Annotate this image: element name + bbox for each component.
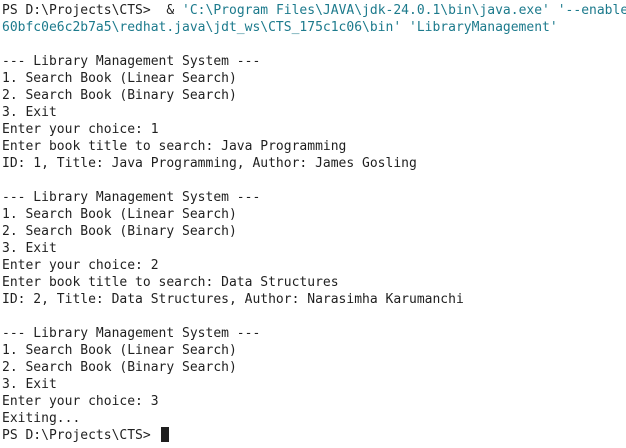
output-line: ID: 1, Title: Java Programming, Author: … [2,156,417,171]
output-line: 2. Search Book (Binary Search) [2,224,237,239]
output-line: Enter your choice: 2 [2,258,159,273]
output-line: 3. Exit [2,377,57,392]
command-line: PS D:\Projects\CTS> & 'C:\Program Files\… [2,2,626,19]
output-line: 2. Search Book (Binary Search) [2,88,237,103]
output-line: Exiting... [2,411,81,426]
terminal-window[interactable]: PS D:\Projects\CTS> & 'C:\Program Files\… [0,0,626,448]
command-args: 'C:\Program Files\JAVA\jdk-24.0.1\bin\ja… [182,3,626,18]
output-line: 1. Search Book (Linear Search) [2,71,237,86]
command-continuation: 60bfc0e6c2b7a5\redhat.java\jdt_ws\CTS_17… [2,20,558,35]
final-prompt: PS D:\Projects\CTS> [2,428,159,443]
output-line: --- Library Management System --- [2,326,261,341]
output-line: 3. Exit [2,105,57,120]
output-line: --- Library Management System --- [2,190,261,205]
output-line: 1. Search Book (Linear Search) [2,343,237,358]
output-line: Enter book title to search: Data Structu… [2,275,339,290]
input-line[interactable]: PS D:\Projects\CTS> [2,427,626,444]
output-line: 1. Search Book (Linear Search) [2,207,237,222]
call-operator: & [158,3,183,18]
output-line: Enter your choice: 1 [2,122,159,137]
output-line: 3. Exit [2,241,57,256]
prompt-text: PS D:\Projects\CTS> [2,3,159,18]
output-line: Enter your choice: 3 [2,394,159,409]
output-line: 2. Search Book (Binary Search) [2,360,237,375]
output-block: --- Library Management System --- 1. Sea… [2,36,626,427]
text-cursor[interactable] [160,427,169,442]
output-line: ID: 2, Title: Data Structures, Author: N… [2,292,464,307]
output-line: Enter book title to search: Java Program… [2,139,347,154]
output-line: --- Library Management System --- [2,54,261,69]
